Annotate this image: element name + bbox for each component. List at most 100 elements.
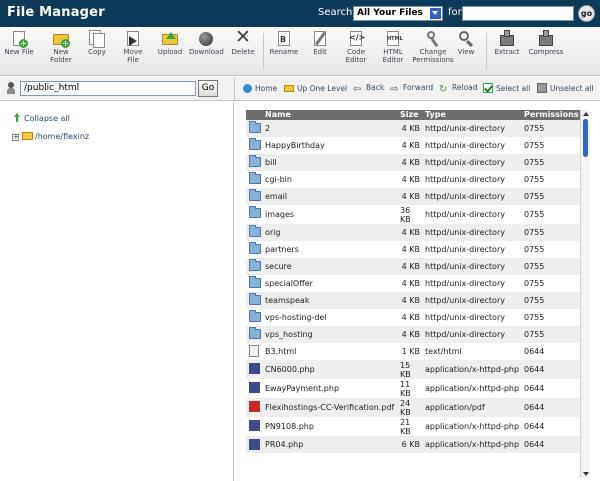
toolbar-separator [486, 33, 487, 69]
php-file-icon [249, 420, 260, 431]
file-permissions: 0755 [524, 158, 545, 167]
file-rows: 2 4 KB httpd/unix-directory 0755 HappyBirthd… [246, 120, 580, 453]
compress-button[interactable]: Compress [527, 30, 565, 57]
file-size: 4 KB [401, 228, 420, 237]
file-name[interactable]: email [265, 192, 287, 201]
file-permissions: 0755 [524, 279, 545, 288]
back-label: Back [366, 83, 385, 92]
file-row[interactable]: PR04.php 6 KB application/x-httpd-php 0644 [246, 436, 580, 453]
collapse-all-button[interactable]: Collapse all [12, 113, 70, 123]
search-scope-select[interactable]: All Your Files [353, 6, 443, 21]
file-name[interactable]: 2 [265, 124, 270, 133]
file-permissions: 0644 [524, 347, 545, 356]
file-name[interactable]: PN9108.php [265, 422, 314, 431]
file-row[interactable]: bill 4 KB httpd/unix-directory 0755 [246, 154, 580, 171]
vertical-scrollbar[interactable] [580, 110, 590, 478]
file-row[interactable]: cgi-bin 4 KB httpd/unix-directory 0755 [246, 171, 580, 188]
file-row[interactable]: teamspeak 4 KB httpd/unix-directory 0755 [246, 292, 580, 309]
file-row[interactable]: EwayPayment.php 11 KB application/x-httpd-p… [246, 379, 580, 398]
rename-button[interactable]: B Rename [267, 30, 301, 57]
file-size: 4 KB [401, 296, 420, 305]
column-permissions[interactable]: Permissions [524, 110, 579, 120]
file-row[interactable]: 2 4 KB httpd/unix-directory 0755 [246, 120, 580, 137]
file-name[interactable]: orig [265, 228, 280, 237]
file-row[interactable]: HappyBirthday 4 KB httpd/unix-directory 075… [246, 137, 580, 154]
file-permissions: 0755 [524, 175, 545, 184]
upload-button[interactable]: Upload [153, 30, 187, 57]
file-name[interactable]: CN6000.php [265, 365, 315, 374]
file-row[interactable]: specialOffer 4 KB httpd/unix-directory 0755 [246, 275, 580, 292]
column-size[interactable]: Size [400, 110, 419, 120]
forward-button[interactable]: ⇨ Forward [390, 83, 433, 95]
file-row[interactable]: vps-hosting-del 4 KB httpd/unix-directory 0… [246, 309, 580, 326]
file-type: httpd/unix-directory [425, 296, 505, 305]
file-type: httpd/unix-directory [425, 262, 505, 271]
search-go-button[interactable]: go [578, 5, 595, 22]
file-name[interactable]: PR04.php [265, 440, 303, 449]
file-type: text/html [425, 347, 462, 356]
file-size: 4 KB [401, 124, 420, 133]
scroll-thumb[interactable] [583, 119, 588, 157]
home-button[interactable]: Home [242, 83, 277, 93]
back-button[interactable]: ⇦ Back [353, 83, 384, 95]
up-one-level-button[interactable]: Up One Level [284, 83, 347, 93]
unselect-all-button[interactable]: Unselect all [537, 83, 594, 93]
download-button[interactable]: Download [189, 30, 224, 57]
html-editor-button[interactable]: HTML HTML Editor [376, 30, 410, 64]
file-name[interactable]: partners [265, 245, 299, 254]
select-all-button[interactable]: Select all [483, 83, 530, 93]
file-type: application/x-httpd-php [425, 440, 520, 449]
move-file-button[interactable]: Move File [116, 30, 150, 64]
file-row[interactable]: secure 4 KB httpd/unix-directory 0755 [246, 258, 580, 275]
expand-icon[interactable]: + [12, 134, 19, 141]
folder-icon [249, 293, 261, 305]
file-row[interactable]: partners 4 KB httpd/unix-directory 0755 [246, 241, 580, 258]
file-row[interactable]: Flexihostings-CC-Verification.pdf 24 KB app… [246, 398, 580, 417]
code-editor-button[interactable]: </> Code Editor [339, 30, 373, 64]
copy-button[interactable]: Copy [80, 30, 114, 57]
delete-icon: ✕ [235, 26, 251, 48]
file-row[interactable]: CN6000.php 15 KB application/x-httpd-php 064… [246, 360, 580, 379]
file-row[interactable]: PN9108.php 21 KB application/x-httpd-php 064… [246, 417, 580, 436]
file-permissions: 0755 [524, 228, 545, 237]
file-row[interactable]: email 4 KB httpd/unix-directory 0755 [246, 188, 580, 205]
tree-root-node[interactable]: + /home/flexinz [12, 132, 89, 141]
folder-icon [249, 276, 261, 288]
file-size: 21 KB [400, 418, 411, 436]
file-row[interactable]: B3.html 1 KB text/html 0644 [246, 343, 580, 360]
search-input[interactable] [462, 6, 574, 21]
file-row[interactable]: vps_hosting 4 KB httpd/unix-directory 0755 [246, 326, 580, 343]
file-row[interactable]: orig 4 KB httpd/unix-directory 0755 [246, 224, 580, 241]
view-button[interactable]: View [449, 30, 483, 57]
file-name[interactable]: secure [265, 262, 292, 271]
file-name[interactable]: vps-hosting-del [265, 313, 327, 322]
file-name[interactable]: images [265, 210, 294, 219]
file-row[interactable]: images 36 KB httpd/unix-directory 0755 [246, 205, 580, 224]
file-type: httpd/unix-directory [425, 124, 505, 133]
delete-button[interactable]: ✕ Delete [226, 26, 260, 57]
scroll-up-icon[interactable] [583, 112, 589, 116]
file-name[interactable]: bill [265, 158, 277, 167]
file-name[interactable]: vps_hosting [265, 330, 313, 339]
scroll-down-icon[interactable] [583, 472, 589, 476]
file-name[interactable]: HappyBirthday [265, 141, 325, 150]
edit-button[interactable]: Edit [303, 30, 337, 57]
new-folder-button[interactable]: + New Folder [44, 30, 78, 64]
file-name[interactable]: B3.html [265, 347, 296, 356]
path-go-button[interactable]: Go [198, 80, 218, 97]
column-name[interactable]: Name [265, 110, 291, 120]
permissions-icon [424, 30, 442, 48]
file-name[interactable]: cgi-bin [265, 175, 292, 184]
rename-icon: B [275, 30, 293, 48]
file-name[interactable]: Flexihostings-CC-Verification.pdf [265, 403, 394, 412]
file-name[interactable]: specialOffer [265, 279, 313, 288]
extract-button[interactable]: Extract [490, 30, 524, 57]
file-name[interactable]: teamspeak [265, 296, 309, 305]
column-type[interactable]: Type [425, 110, 446, 120]
file-name[interactable]: EwayPayment.php [265, 384, 339, 393]
view-icon [457, 30, 475, 48]
path-input[interactable]: /public_html [20, 81, 196, 96]
file-size: 4 KB [401, 175, 420, 184]
new-file-button[interactable]: + New File [2, 30, 36, 57]
reload-button[interactable]: ↻ Reload [439, 83, 478, 95]
